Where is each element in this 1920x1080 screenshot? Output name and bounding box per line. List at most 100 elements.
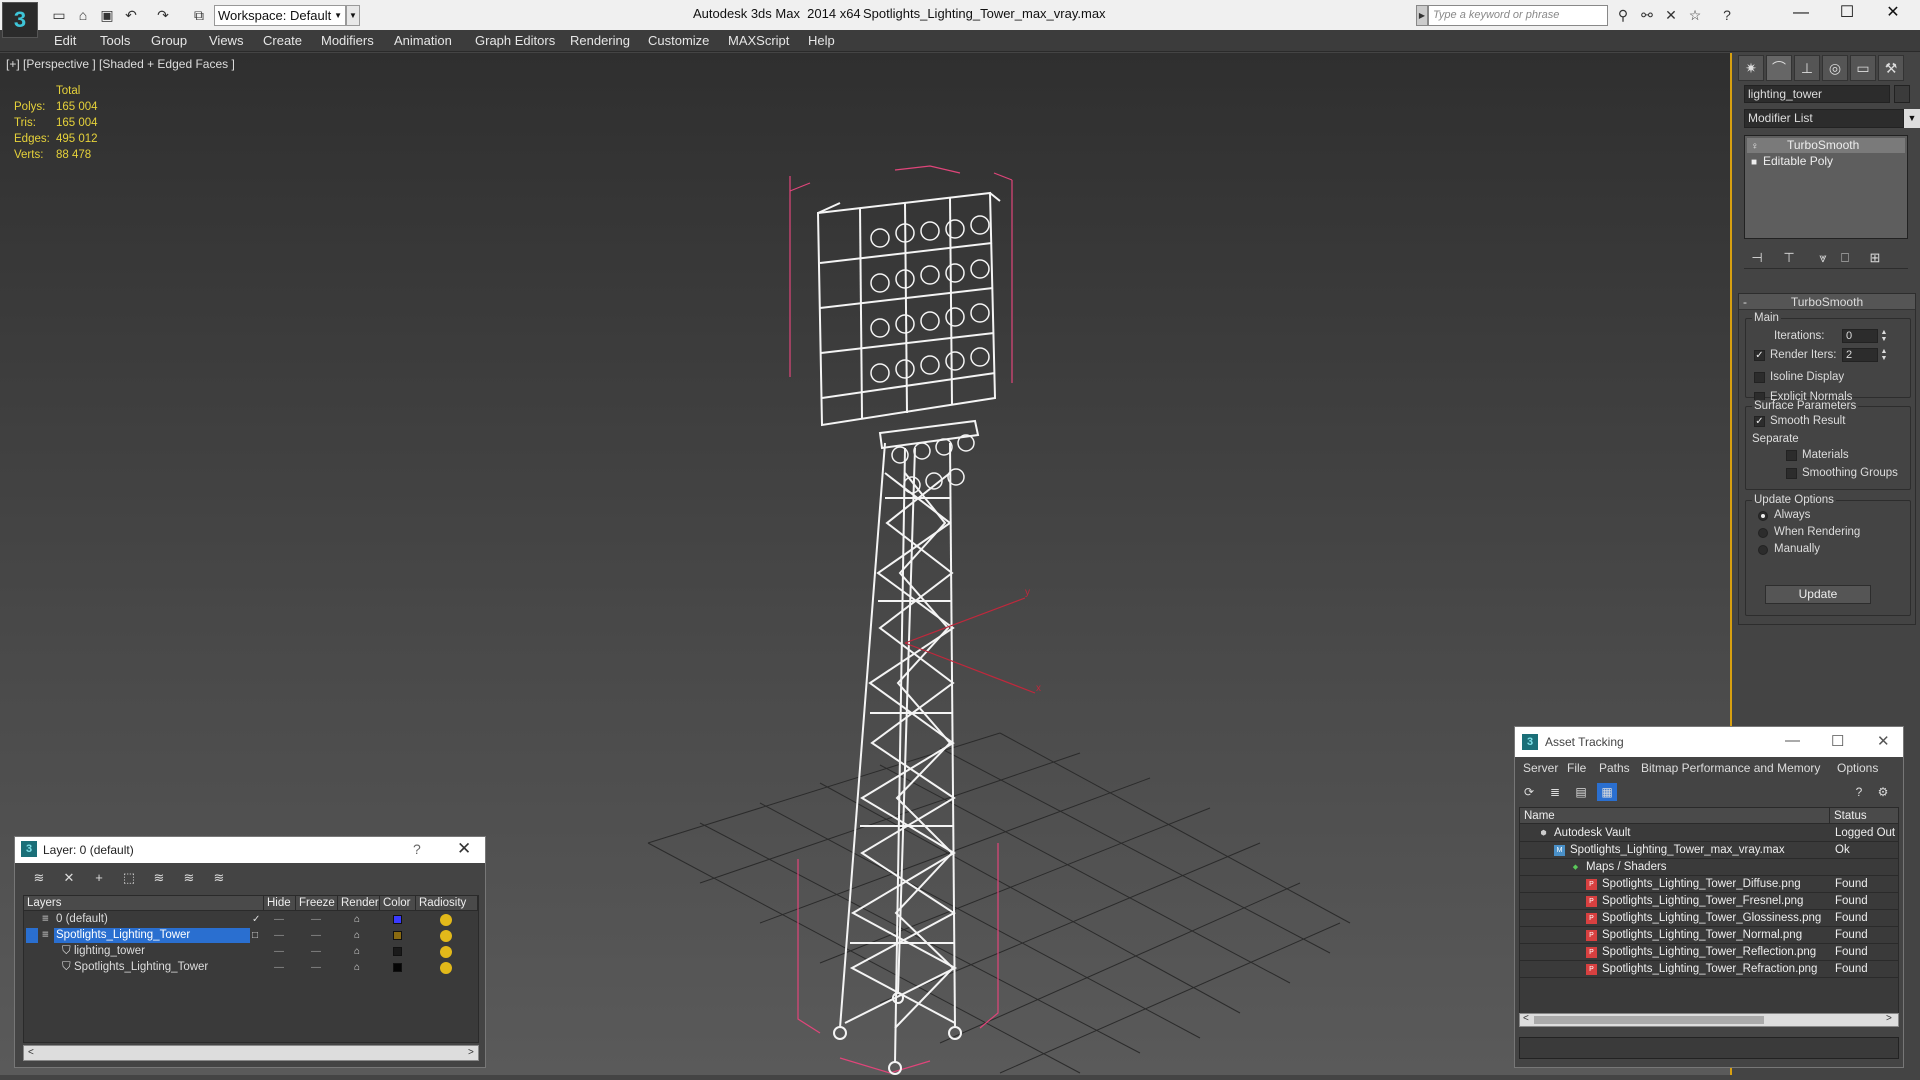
scroll-right-icon[interactable]: > (468, 1046, 474, 1060)
remove-modifier-icon[interactable]: ⎕ (1836, 249, 1854, 267)
layer-row[interactable]: ⛉ lighting_tower — — ⌂ (24, 944, 478, 960)
modifier-list-dropdown[interactable]: Modifier List (1744, 109, 1904, 128)
asset-menu-server[interactable]: Server (1523, 761, 1558, 775)
asset-horizontal-scrollbar[interactable]: < > (1519, 1013, 1899, 1027)
isoline-display-checkbox[interactable] (1754, 372, 1765, 383)
close-icon[interactable]: ✕ (1870, 0, 1916, 26)
asset-menu-paths[interactable]: Paths (1599, 761, 1630, 775)
freeze-all-icon[interactable]: ≋ (209, 869, 229, 887)
asset-row[interactable]: P Spotlights_Lighting_Tower_Normal.png F… (1520, 927, 1898, 944)
table-view-icon[interactable]: ▦ (1597, 783, 1617, 801)
redo-icon[interactable]: ↷ (154, 6, 172, 24)
hide-toggle[interactable]: — (274, 912, 284, 927)
binoculars-icon[interactable]: ⚲ (1614, 6, 1632, 24)
render-teapot-icon[interactable]: ⌂ (354, 928, 360, 943)
asset-row[interactable]: P Spotlights_Lighting_Tower_Diffuse.png … (1520, 876, 1898, 893)
object-name-field[interactable]: lighting_tower (1744, 85, 1890, 103)
freeze-toggle[interactable]: — (311, 912, 321, 927)
layer-row[interactable]: ⊟ ≡ Spotlights_Lighting_Tower □ — — ⌂ (24, 928, 478, 944)
render-iters-spinner[interactable]: 2 (1842, 348, 1878, 362)
menu-rendering[interactable]: Rendering (570, 33, 630, 48)
smooth-result-checkbox[interactable]: ✓ (1754, 416, 1765, 427)
layer-color-swatch[interactable] (393, 947, 402, 956)
render-teapot-icon[interactable]: ⌂ (354, 944, 360, 959)
freeze-toggle[interactable]: — (311, 928, 321, 943)
communication-icon[interactable]: ✕ (1662, 6, 1680, 24)
update-manually-radio[interactable] (1758, 545, 1768, 555)
subscription-icon[interactable]: ⚯ (1638, 6, 1656, 24)
workspace-dropdown-button[interactable]: ▼ (346, 5, 360, 26)
minimize-icon[interactable]: — (1778, 0, 1824, 26)
asset-row[interactable]: ⬢ Autodesk Vault Logged Out (1520, 825, 1898, 842)
asset-row[interactable]: P Spotlights_Lighting_Tower_Reflection.p… (1520, 944, 1898, 961)
hierarchy-tab-icon[interactable]: ⊥ (1794, 55, 1820, 81)
modifier-list-arrow-icon[interactable]: ▼ (1904, 109, 1920, 128)
select-objects-icon[interactable]: ⬚ (119, 869, 139, 887)
scroll-thumb[interactable] (1534, 1016, 1764, 1024)
menu-create[interactable]: Create (263, 33, 302, 48)
materials-checkbox[interactable] (1786, 450, 1797, 461)
modify-tab-icon[interactable]: ⌒ (1766, 55, 1792, 81)
update-always-radio[interactable] (1758, 511, 1768, 521)
asset-row[interactable]: ◆ Maps / Shaders (1520, 859, 1898, 876)
iterations-spinner[interactable]: 0 (1842, 329, 1878, 343)
menu-help[interactable]: Help (808, 33, 835, 48)
menu-tools[interactable]: Tools (100, 33, 130, 48)
column-header-status[interactable]: Status (1830, 808, 1898, 824)
column-header-color[interactable]: Color (380, 896, 416, 911)
asset-row[interactable]: M Spotlights_Lighting_Tower_max_vray.max… (1520, 842, 1898, 859)
column-header-hide[interactable]: Hide (264, 896, 296, 911)
hide-toggle[interactable]: — (274, 944, 284, 959)
app-logo-icon[interactable]: 3 (2, 2, 38, 38)
hide-toggle[interactable]: — (274, 928, 284, 943)
new-file-icon[interactable]: ▭ (50, 6, 68, 24)
motion-tab-icon[interactable]: ◎ (1822, 55, 1848, 81)
smoothing-groups-checkbox[interactable] (1786, 468, 1797, 479)
display-tab-icon[interactable]: ▭ (1850, 55, 1876, 81)
stack-item-turbosmooth[interactable]: ♀ TurboSmooth (1747, 138, 1905, 153)
pin-stack-icon[interactable]: ⊣ (1748, 249, 1766, 267)
radiosity-icon[interactable] (440, 962, 452, 974)
maximize-icon[interactable]: ☐ (1831, 732, 1844, 750)
settings-icon[interactable]: ⚙ (1873, 783, 1893, 801)
spinner-arrows-icon[interactable]: ▲ ▼ (1879, 329, 1889, 343)
help-icon[interactable]: ? (1849, 783, 1869, 801)
help-icon[interactable]: ? (1718, 6, 1736, 24)
delete-layer-icon[interactable]: ✕ (59, 869, 79, 887)
set-current-box-icon[interactable]: □ (252, 928, 258, 943)
close-icon[interactable]: ✕ (1877, 732, 1890, 750)
asset-row[interactable]: P Spotlights_Lighting_Tower_Glossiness.p… (1520, 910, 1898, 927)
radiosity-icon[interactable] (440, 930, 452, 942)
menu-views[interactable]: Views (209, 33, 243, 48)
column-header-render[interactable]: Render (338, 896, 380, 911)
configure-sets-icon[interactable]: ⊞ (1866, 249, 1884, 267)
show-end-result-icon[interactable]: ⊤ (1780, 249, 1798, 267)
menu-customize[interactable]: Customize (648, 33, 709, 48)
menu-graph-editors[interactable]: Graph Editors (475, 33, 555, 48)
scroll-left-icon[interactable]: < (28, 1046, 34, 1060)
save-file-icon[interactable]: ▣ (98, 6, 116, 24)
undo-icon[interactable]: ↶ (122, 6, 140, 24)
render-iters-checkbox[interactable]: ✓ (1754, 350, 1765, 361)
current-layer-check-icon[interactable]: ✓ (252, 912, 260, 927)
update-button[interactable]: Update (1765, 585, 1871, 604)
layer-color-swatch[interactable] (393, 963, 402, 972)
layer-color-swatch[interactable] (393, 931, 402, 940)
menu-animation[interactable]: Animation (394, 33, 452, 48)
object-color-swatch[interactable] (1894, 85, 1910, 103)
menu-group[interactable]: Group (151, 33, 187, 48)
make-unique-icon[interactable]: ⩔ (1814, 249, 1832, 267)
utilities-tab-icon[interactable]: ⚒ (1878, 55, 1904, 81)
favorites-star-icon[interactable]: ☆ (1686, 6, 1704, 24)
create-layer-icon[interactable]: ≋ (29, 869, 49, 887)
menu-modifiers[interactable]: Modifiers (321, 33, 374, 48)
column-header-layers[interactable]: Layers (24, 896, 264, 911)
create-tab-icon[interactable]: ✷ (1738, 55, 1764, 81)
menu-edit[interactable]: Edit (54, 33, 76, 48)
spinner-arrows-icon[interactable]: ▲ ▼ (1879, 348, 1889, 362)
workspace-select[interactable]: Workspace: Default ▼ (214, 5, 346, 26)
column-header-freeze[interactable]: Freeze (296, 896, 338, 911)
column-header-name[interactable]: Name (1520, 808, 1830, 824)
highlight-layer-icon[interactable]: ≋ (149, 869, 169, 887)
rollout-header[interactable]: - TurboSmooth (1739, 294, 1915, 310)
